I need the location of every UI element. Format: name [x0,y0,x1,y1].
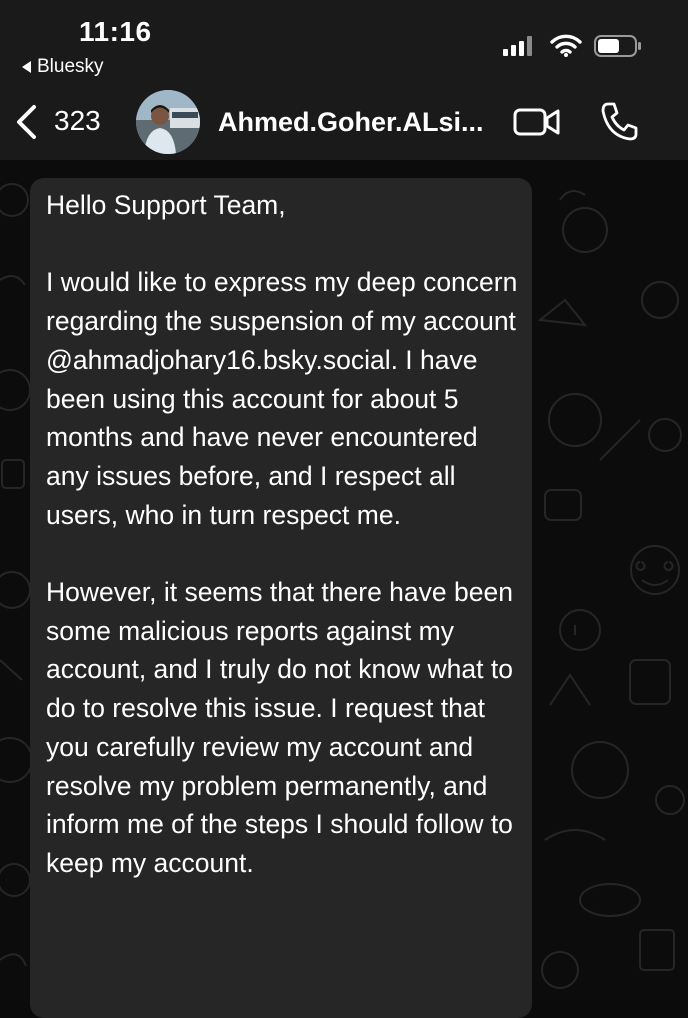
signal-bars-icon [503,36,532,56]
battery-icon [594,35,641,57]
status-time: 11:16 [79,16,152,47]
unread-count[interactable]: 323 [54,105,101,137]
message-text: Hello Support Team, I would like to expr… [46,186,521,883]
back-to-app-link[interactable]: Bluesky [22,56,104,78]
message-paragraph-2: However, it seems that there have been s… [46,577,513,878]
chevron-left-icon[interactable] [14,104,42,140]
wifi-icon [550,34,582,57]
video-call-icon[interactable] [513,106,561,138]
avatar-photo [136,90,200,154]
message-paragraph-1: I would like to express my deep concern … [46,267,518,530]
back-triangle-icon [22,61,31,73]
back-app-label: Bluesky [37,56,104,77]
phone-call-icon[interactable] [600,101,638,141]
message-greeting: Hello Support Team, [46,190,286,220]
contact-name[interactable]: Ahmed.Goher.ALsi... [218,107,484,138]
chat-header: 323 Ahmed.Goher.ALsi... [0,86,688,160]
status-bar: 11:16 Bluesky [0,0,688,86]
contact-avatar[interactable] [136,90,200,154]
